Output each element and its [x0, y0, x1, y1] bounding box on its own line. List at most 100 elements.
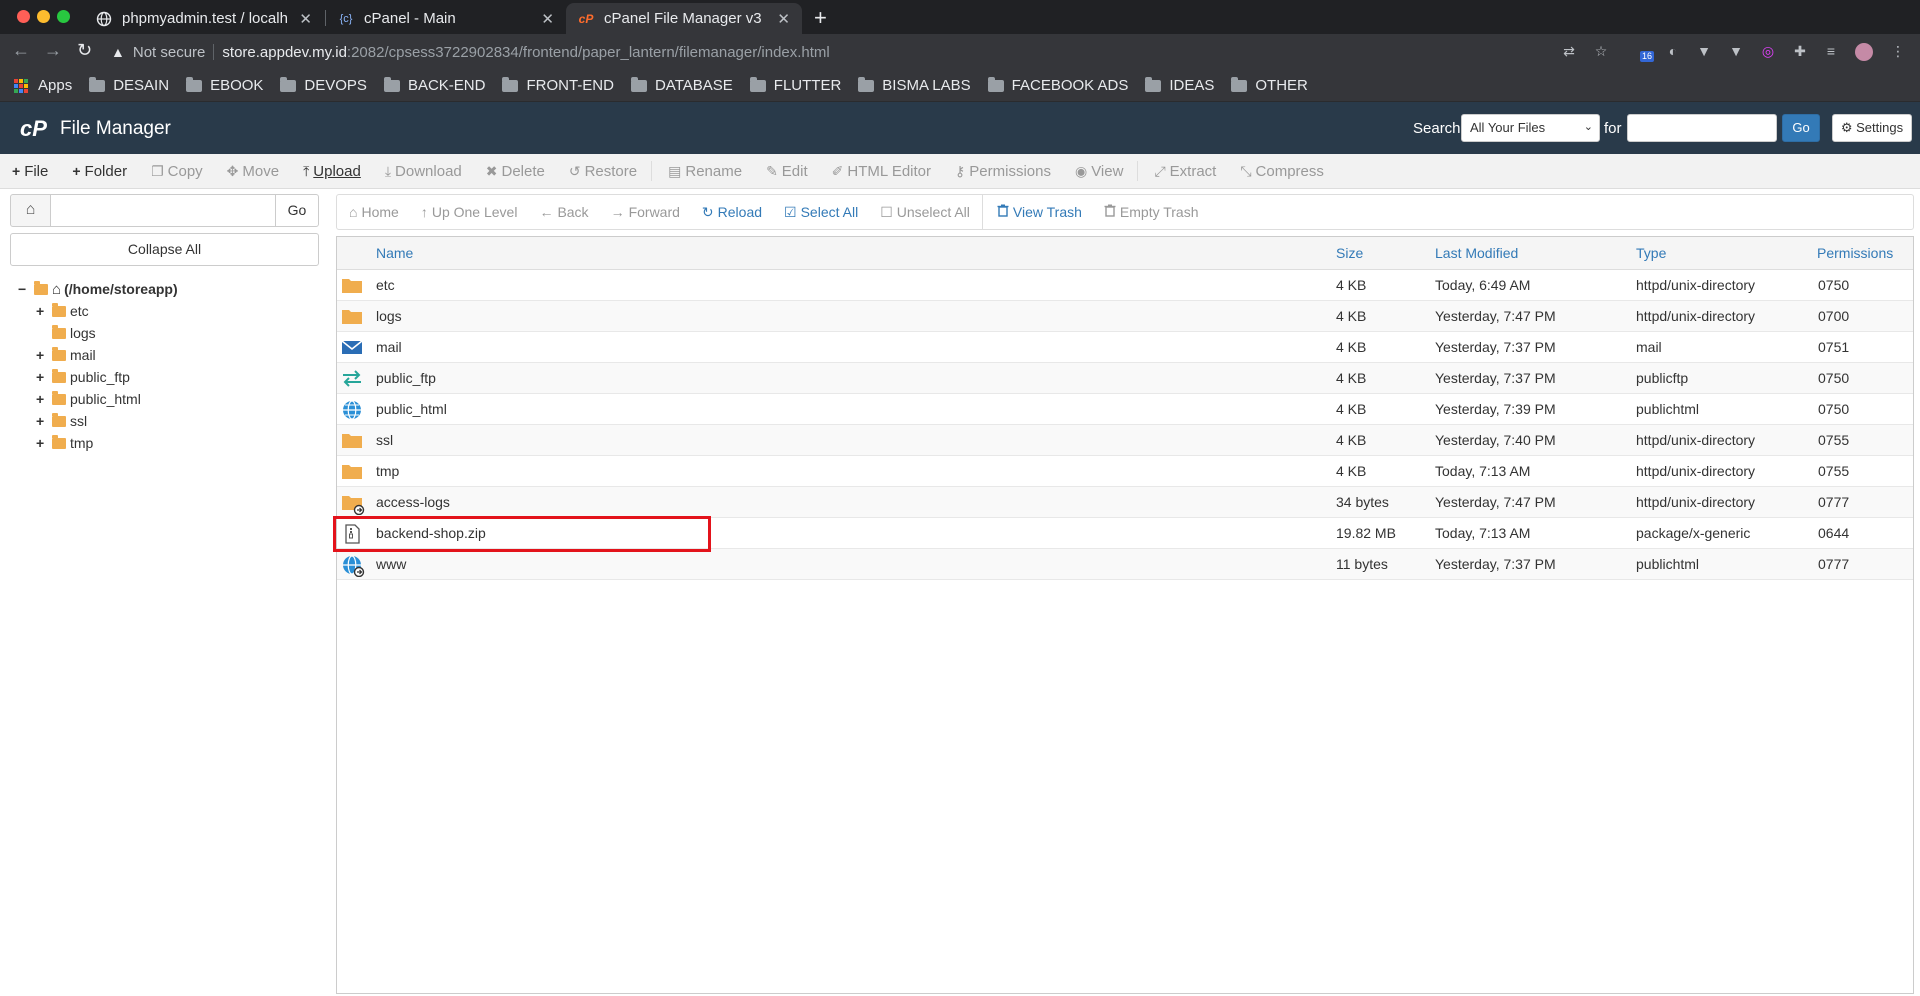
path-input[interactable] [50, 194, 276, 227]
table-row[interactable]: access-logs 34 bytes Yesterday, 7:47 PM … [337, 487, 1913, 518]
nav-up-one-level-button[interactable]: ↑ Up One Level [421, 204, 518, 220]
bookmark-folder[interactable]: BACK-END [383, 76, 485, 94]
nav-unselect-all-button[interactable]: ☐ Unselect All [880, 204, 970, 221]
vue-extension-icon[interactable]: ▼ [1727, 43, 1745, 61]
rename-button[interactable]: ▤ Rename [668, 163, 742, 180]
column-header-size[interactable]: Size [1336, 245, 1363, 261]
tree-item[interactable]: + mail [36, 344, 178, 366]
extension-icon[interactable]: ◐ [1664, 43, 1682, 61]
move-button[interactable]: ✥ Move [227, 163, 279, 180]
expand-icon[interactable]: + [36, 391, 48, 407]
browser-tab[interactable]: phpmyadmin.test / localh ✕ [84, 3, 324, 34]
tree-item[interactable]: logs [36, 322, 178, 344]
delete-button[interactable]: ✖ Delete [486, 163, 545, 180]
bookmark-folder[interactable]: OTHER [1231, 76, 1308, 94]
bookmark-folder[interactable]: EBOOK [186, 76, 263, 94]
forward-arrow-icon[interactable]: → [44, 40, 62, 61]
nav-home-button[interactable]: ⌂ Home [349, 204, 399, 220]
expand-icon[interactable]: + [36, 435, 48, 451]
upload-button[interactable]: ⤒ Upload [303, 163, 361, 180]
tree-item[interactable]: + etc [36, 300, 178, 322]
tree-root[interactable]: − ⌂ (/home/storeapp) [18, 278, 178, 300]
expand-icon[interactable]: + [36, 303, 48, 319]
bookmark-folder[interactable]: IDEAS [1145, 76, 1214, 94]
bookmark-folder[interactable]: DEVOPS [280, 76, 367, 94]
extension-icon[interactable]: 16 [1634, 43, 1655, 62]
bookmark-folder[interactable]: FLUTTER [749, 76, 841, 94]
edit-button[interactable]: ✎ Edit [766, 163, 808, 180]
table-row[interactable]: public_ftp 4 KB Yesterday, 7:37 PM publi… [337, 363, 1913, 394]
maximize-window-button[interactable] [57, 10, 70, 23]
nav-empty-trash-button[interactable]: Empty Trash [1104, 204, 1199, 220]
tree-item[interactable]: + public_html [36, 388, 178, 410]
reading-list-icon[interactable]: ≡ [1822, 43, 1840, 61]
expand-icon[interactable]: + [36, 413, 48, 429]
collapse-all-button[interactable]: Collapse All [10, 233, 319, 266]
browser-tab-active[interactable]: cP cPanel File Manager v3 ✕ [566, 3, 802, 34]
path-go-button[interactable]: Go [275, 194, 319, 227]
search-scope-select[interactable]: All Your Files ⌄ [1461, 114, 1600, 142]
translate-icon[interactable]: ⇄ [1560, 43, 1578, 61]
avatar[interactable] [1855, 43, 1873, 61]
bookmark-apps[interactable]: Apps [14, 77, 72, 94]
expand-icon[interactable]: + [36, 347, 48, 363]
bookmark-folder[interactable]: DATABASE [630, 76, 733, 94]
address-bar[interactable]: ▲ Not secure store.appdev.my.id :2082/cp… [111, 37, 1551, 67]
table-row[interactable]: tmp 4 KB Today, 7:13 AM httpd/unix-direc… [337, 456, 1913, 487]
column-header-type[interactable]: Type [1636, 245, 1666, 261]
nav-reload-button[interactable]: ↻ Reload [702, 204, 762, 221]
back-arrow-icon[interactable]: ← [12, 40, 30, 61]
close-window-button[interactable] [17, 10, 30, 23]
table-row[interactable]: www 11 bytes Yesterday, 7:37 PM publicht… [337, 549, 1913, 580]
new-file-button[interactable]: + File [12, 163, 48, 180]
reload-icon[interactable]: ↻ [77, 40, 92, 61]
vue-extension-icon[interactable]: ▼ [1695, 43, 1713, 61]
nav-view-trash-button[interactable]: View Trash [997, 204, 1082, 220]
table-row[interactable]: mail 4 KB Yesterday, 7:37 PM mail 0751 [337, 332, 1913, 363]
bookmark-folder[interactable]: DESAIN [89, 76, 169, 94]
tree-item[interactable]: + tmp [36, 432, 178, 454]
close-icon[interactable]: ✕ [541, 10, 554, 28]
download-button[interactable]: ⤓ Download [385, 163, 462, 180]
close-icon[interactable]: ✕ [299, 10, 312, 28]
color-extension-icon[interactable]: ◎ [1759, 43, 1777, 61]
expand-icon[interactable]: + [36, 369, 48, 385]
column-header-name[interactable]: Name [376, 245, 413, 261]
extract-button[interactable]: ⤢ Extract [1154, 163, 1216, 180]
column-header-last-modified[interactable]: Last Modified [1435, 245, 1518, 261]
bookmark-folder[interactable]: FACEBOOK ADS [987, 76, 1128, 94]
collapse-icon[interactable]: − [18, 281, 30, 297]
compress-button[interactable]: ⤡ Compress [1240, 163, 1324, 180]
table-row[interactable]: logs 4 KB Yesterday, 7:47 PM httpd/unix-… [337, 301, 1913, 332]
nav-back-button[interactable]: ← Back [539, 204, 588, 220]
table-row[interactable]: public_html 4 KB Yesterday, 7:39 PM publ… [337, 394, 1913, 425]
column-header-permissions[interactable]: Permissions [1817, 245, 1893, 261]
star-icon[interactable]: ☆ [1592, 43, 1610, 61]
table-row[interactable]: ssl 4 KB Yesterday, 7:40 PM httpd/unix-d… [337, 425, 1913, 456]
minimize-window-button[interactable] [37, 10, 50, 23]
tree-item[interactable]: + ssl [36, 410, 178, 432]
restore-button[interactable]: ↺ Restore [569, 163, 637, 180]
search-input[interactable] [1627, 114, 1777, 142]
nav-forward-button[interactable]: → Forward [611, 204, 680, 220]
table-row[interactable]: etc 4 KB Today, 6:49 AM httpd/unix-direc… [337, 270, 1913, 301]
nav-select-all-button[interactable]: ☑ Select All [784, 204, 858, 221]
bookmark-folder[interactable]: FRONT-END [502, 76, 614, 94]
tree-item[interactable]: + public_ftp [36, 366, 178, 388]
menu-kebab-icon[interactable]: ⋮ [1889, 43, 1907, 61]
close-icon[interactable]: ✕ [777, 10, 790, 28]
new-tab-button[interactable]: + [814, 5, 827, 31]
puzzle-icon[interactable]: ✚ [1791, 43, 1809, 61]
permissions-button[interactable]: ⚷ Permissions [955, 163, 1051, 180]
plus-icon: + [12, 163, 21, 179]
settings-button[interactable]: ⚙ Settings [1832, 114, 1912, 142]
bookmark-folder[interactable]: BISMA LABS [858, 76, 971, 94]
browser-tab[interactable]: {c} cPanel - Main ✕ [326, 3, 566, 34]
new-folder-button[interactable]: + Folder [72, 163, 127, 180]
cpanel-logo[interactable]: cP [20, 116, 47, 142]
search-go-button[interactable]: Go [1782, 114, 1820, 142]
html-editor-button[interactable]: ✐ HTML Editor [832, 163, 931, 180]
copy-button[interactable]: ❐ Copy [151, 163, 203, 180]
home-icon-button[interactable]: ⌂ [10, 194, 51, 227]
view-button[interactable]: ◉ View [1075, 163, 1123, 180]
